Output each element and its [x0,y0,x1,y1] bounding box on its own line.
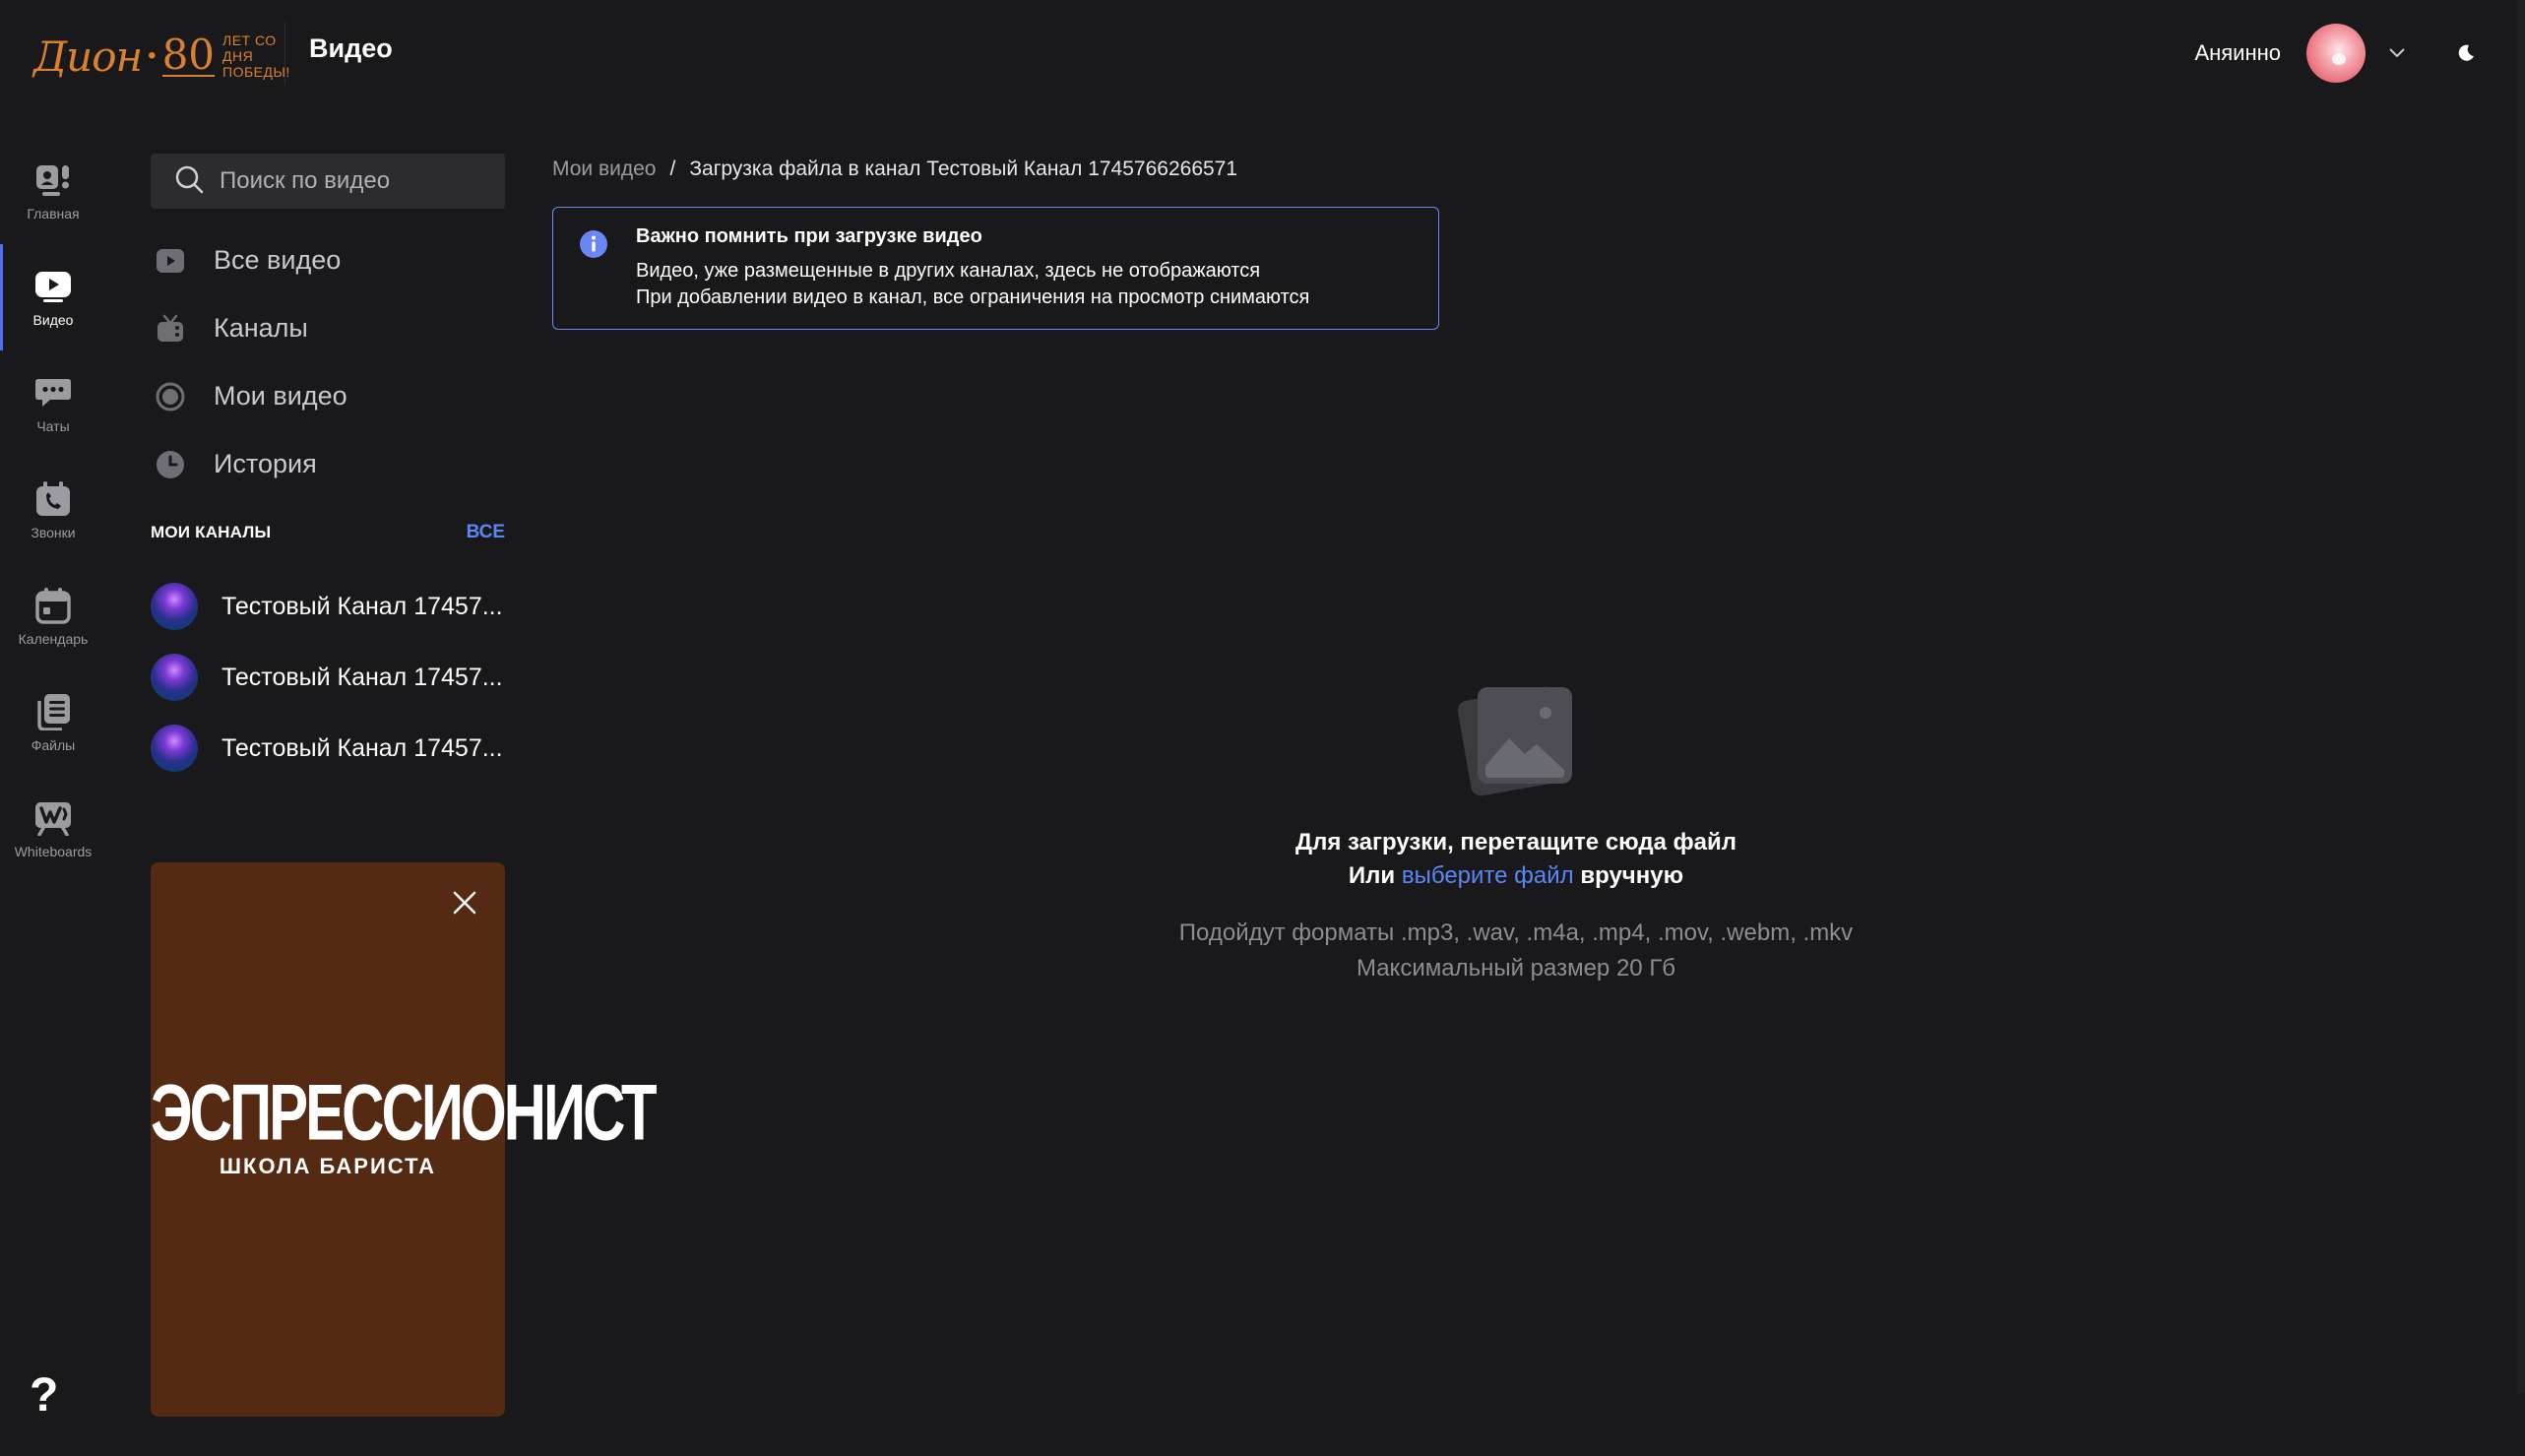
channels-all-link[interactable]: ВСЕ [467,522,505,543]
select-file-link[interactable]: выберите файл [1402,862,1574,889]
rail-label: Главная [27,206,80,222]
logo-tagline-2: ПОБЕДЫ! [222,64,290,80]
channel-item[interactable]: Тестовый Канал 17457... [151,642,505,713]
rail-item-video[interactable]: Видео [0,244,106,350]
channel-avatar [151,583,198,630]
dropzone-alt-prefix: Или [1348,862,1396,889]
rail-item-calls[interactable]: Звонки [0,457,106,563]
image-placeholder-icon [1452,679,1580,797]
clock-icon [153,447,188,482]
promo-brand: ЭСПРЕССИОНИСТ [151,1067,658,1157]
channel-avatar [151,654,198,701]
notice-line: При добавлении видео в канал, все ограни… [636,286,1310,308]
logo-number: 80 [161,31,216,79]
sidebar-item-history[interactable]: История [151,430,505,498]
search-placeholder: Поиск по видео [220,167,391,194]
upload-dropzone[interactable]: Для загрузки, перетащите сюда файл Или в… [1083,679,1949,982]
page-scrollbar[interactable] [2517,0,2525,1393]
logo-dot: • [148,42,157,69]
channel-name: Тестовый Канал 17457... [221,663,503,691]
rail-item-chats[interactable]: Чаты [0,350,106,457]
rail-label: Видео [32,312,74,328]
app-rail: Главная Видео Чаты Звонки Календарь Файл… [0,138,106,882]
breadcrumb-separator: / [669,158,676,180]
chevron-down-icon[interactable] [2387,43,2407,63]
logo-script: Дион [33,32,143,81]
notice-line: Видео, уже размещенные в других каналах,… [636,260,1261,282]
moon-icon[interactable] [2446,33,2486,73]
sidebar-item-label: Каналы [214,313,308,343]
home-icon [33,160,73,200]
record-icon [153,379,188,414]
breadcrumb-parent[interactable]: Мои видео [552,158,656,181]
sidebar-item-my-videos[interactable]: Мои видео [151,362,505,430]
help-button[interactable]: ? [30,1368,58,1423]
close-icon[interactable] [450,888,479,918]
sidebar-item-channels[interactable]: Каналы [151,294,505,362]
promo-subtitle: ШКОЛА БАРИСТА [219,1154,437,1178]
logo-tagline: ЛЕТ СО ДНЯ ПОБЕДЫ! [222,32,290,80]
channels-title: МОИ КАНАЛЫ [151,523,272,541]
sidebar-item-label: Мои видео [214,381,347,411]
rail-item-files[interactable]: Файлы [0,669,106,776]
logo-tagline-1: ЛЕТ СО ДНЯ [222,32,277,64]
breadcrumb: Мои видео / Загрузка файла в канал Тесто… [552,158,1237,181]
app-header: Дион • 80 ЛЕТ СО ДНЯ ПОБЕДЫ! Видео Аняин… [0,0,2525,106]
header-divider [284,22,285,85]
channel-name: Тестовый Канал 17457... [221,592,503,620]
sidebar-item-label: История [214,449,317,478]
brand-logo[interactable]: Дион • 80 ЛЕТ СО ДНЯ ПОБЕДЫ! [33,24,289,89]
calendar-icon [33,586,73,625]
tv-icon [153,311,188,347]
rail-label: Файлы [31,737,76,753]
breadcrumb-current: Загрузка файла в канал Тестовый Канал 17… [689,158,1238,180]
supported-formats: Подойдут форматы .mp3, .wav, .m4a, .mp4,… [1178,919,1854,946]
dropzone-alt-suffix: вручную [1580,862,1684,889]
rail-label: Whiteboards [14,844,93,859]
rail-item-home[interactable]: Главная [0,138,106,244]
sidebar-nav: Все видео Каналы Мои видео История [151,226,505,498]
notice-title: Важно помнить при загрузке видео [636,225,982,247]
phone-icon [33,479,73,519]
channel-avatar [151,725,198,772]
rail-label: Чаты [36,418,70,434]
video-icon [33,267,73,306]
channel-list: Тестовый Канал 17457... Тестовый Канал 1… [151,571,505,784]
rail-item-calendar[interactable]: Календарь [0,563,106,669]
files-icon [33,692,73,731]
dropzone-alt: Или выберите файл вручную [1083,862,1949,890]
channel-item[interactable]: Тестовый Канал 17457... [151,571,505,642]
user-area: Аняинно [2194,22,2486,85]
play-square-icon [153,243,188,279]
page-title: Видео [309,33,393,63]
sidebar-item-all-videos[interactable]: Все видео [151,226,505,294]
channel-name: Тестовый Канал 17457... [221,733,503,762]
chat-icon [33,373,73,412]
rail-item-whiteboards[interactable]: Whiteboards [0,776,106,882]
search-input[interactable]: Поиск по видео [151,154,505,209]
avatar[interactable] [2306,24,2366,83]
rail-label: Звонки [31,525,76,540]
search-icon [174,164,204,199]
sidebar-item-label: Все видео [214,245,342,275]
rail-label: Календарь [18,631,89,647]
video-sidebar: Поиск по видео Все видео Каналы Мои виде… [151,154,505,784]
max-size: Максимальный размер 20 Гб [1356,955,1676,981]
whiteboard-icon [33,798,73,838]
dropzone-instruction: Для загрузки, перетащите сюда файл [1295,829,1736,855]
username[interactable]: Аняинно [2194,40,2281,66]
upload-notice: Важно помнить при загрузке видео Видео, … [552,207,1439,330]
channels-header: МОИ КАНАЛЫ ВСЕ [151,522,505,543]
promo-banner[interactable]: ЭСПРЕССИОНИСТ ШКОЛА БАРИСТА [151,862,658,1417]
info-icon [579,229,608,259]
channel-item[interactable]: Тестовый Канал 17457... [151,713,505,784]
